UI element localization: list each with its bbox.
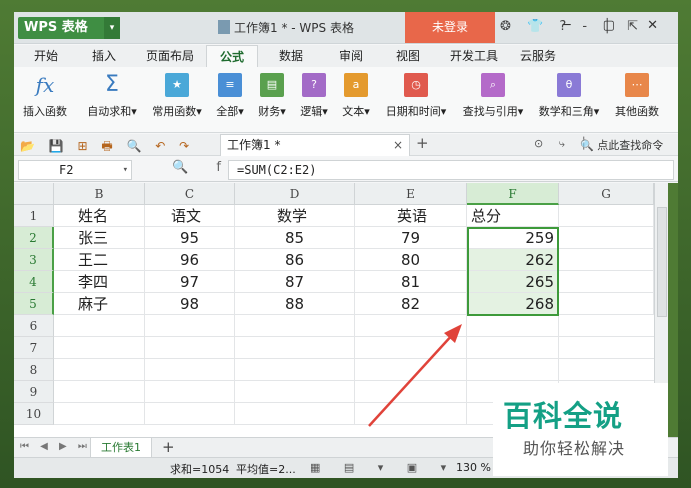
formula-input[interactable]: =SUM(C2:E2) — [228, 160, 674, 180]
finance-functions-button[interactable]: ▤ 财务▾ — [254, 71, 290, 119]
all-functions-button[interactable]: ≡ 全部▾ — [212, 71, 248, 119]
tab-review[interactable]: 审阅 — [339, 45, 363, 67]
login-button[interactable]: 未登录 — [405, 12, 495, 43]
side-panel-edge — [668, 183, 678, 437]
tab-page-layout[interactable]: 页面布局 — [146, 45, 194, 67]
watermark-logo: 百科全说 助你轻松解决 — [493, 383, 668, 476]
watermark-title: 百科全说 — [503, 399, 624, 433]
ribbon-label: 财务▾ — [258, 105, 286, 118]
view-mode-icons[interactable]: ▦ ▤ ▾ ▣ ▾ — [310, 461, 456, 474]
ribbon-tabs: 开始 插入 页面布局 公式 数据 审阅 视图 开发工具 云服务 — [14, 45, 678, 67]
formula-bar: F2 ▾ 🔍 fx =SUM(C2:E2) — [14, 158, 678, 182]
watermark-subtitle: 助你轻松解决 — [523, 439, 626, 458]
datetime-functions-button[interactable]: ◷ 日期和时间▾ — [380, 71, 452, 119]
app-name: WPS 表格 — [24, 20, 88, 35]
fx-icon: fx — [35, 73, 55, 97]
status-sum: 求和=1054 — [170, 463, 230, 476]
finance-icon: ▤ — [260, 73, 284, 97]
other-functions-button[interactable]: ⋯ 其他函数 — [610, 71, 664, 119]
ribbon-label: 常用函数▾ — [152, 105, 202, 118]
scrollbar-thumb[interactable] — [657, 207, 667, 317]
tab-start[interactable]: 开始 — [34, 45, 58, 67]
tab-cloud[interactable]: 云服务 — [520, 45, 556, 67]
more-icon: ⋯ — [625, 73, 649, 97]
list-icon: ≡ — [218, 73, 242, 97]
ribbon-label: 查找与引用▾ — [462, 105, 524, 118]
autosum-button[interactable]: Σ 自动求和▾ — [82, 71, 142, 119]
tab-formulas[interactable]: 公式 — [206, 45, 258, 67]
document-tab-label: 工作簿1 * — [227, 138, 281, 152]
text-a-icon: a — [344, 73, 368, 97]
tab-insert[interactable]: 插入 — [92, 45, 116, 67]
window-controls[interactable]: ─ ▢ ✕ — [563, 18, 672, 33]
chevron-down-icon[interactable]: ▾ — [104, 17, 120, 39]
window-title: 工作簿1 * - WPS 表格 — [218, 19, 354, 36]
insert-function-button[interactable]: fx 插入函数 — [20, 71, 70, 119]
theta-icon: θ — [557, 73, 581, 97]
app-menu-button[interactable]: WPS 表格 ▾ — [18, 17, 120, 39]
sheet-tab[interactable]: 工作表1 — [90, 438, 152, 458]
lookup-functions-button[interactable]: ⌕ 查找与引用▾ — [457, 71, 529, 119]
ribbon-label: 逻辑▾ — [300, 105, 328, 118]
clock-icon: ◷ — [404, 73, 428, 97]
window-title-text: 工作簿1 * - WPS 表格 — [234, 21, 354, 35]
name-box[interactable]: F2 ▾ — [18, 160, 132, 180]
document-tab[interactable]: 工作簿1 * × — [220, 134, 410, 156]
arrow-shaft — [368, 332, 455, 427]
star-icon: ★ — [165, 73, 189, 97]
ribbon-label: 文本▾ — [342, 105, 370, 118]
ribbon-toolbar: fx 插入函数 Σ 自动求和▾ ★ 常用函数▾ ≡ 全部▾ ▤ 财务▾ ? 逻辑… — [14, 67, 678, 133]
add-tab-button[interactable]: + — [416, 134, 429, 152]
ribbon-label: 自动求和▾ — [87, 105, 137, 118]
status-average: 平均值=2... — [236, 463, 296, 476]
tab-developer[interactable]: 开发工具 — [450, 45, 498, 67]
quick-access-toolbar[interactable]: 📂 💾 ⊞ 🖶 🔍 ↶ ↷ — [20, 137, 194, 158]
text-functions-button[interactable]: a 文本▾ — [338, 71, 374, 119]
ribbon-label: 数学和三角▾ — [538, 105, 600, 118]
tab-data[interactable]: 数据 — [279, 45, 303, 67]
ribbon-label: 插入函数 — [23, 105, 67, 118]
logic-icon: ? — [302, 73, 326, 97]
sigma-icon: Σ — [105, 72, 119, 97]
find-command-search[interactable]: 🔍 点此查找命令 — [580, 137, 663, 153]
document-icon — [218, 20, 230, 34]
close-icon[interactable]: × — [393, 135, 403, 156]
document-tab-bar: 📂 💾 ⊞ 🖶 🔍 ↶ ↷ 工作簿1 * × + ⊙ ⤷ │ 🔍 点此查找命令 — [14, 134, 678, 156]
zoom-level[interactable]: 130 % — [456, 461, 491, 474]
math-functions-button[interactable]: θ 数学和三角▾ — [534, 71, 604, 119]
chevron-down-icon[interactable]: ▾ — [123, 161, 128, 179]
common-functions-button[interactable]: ★ 常用函数▾ — [148, 71, 206, 119]
lookup-icon: ⌕ — [481, 73, 505, 97]
name-box-value: F2 — [59, 163, 74, 177]
add-sheet-button[interactable]: + — [162, 438, 175, 456]
title-bar: WPS 表格 ▾ 工作簿1 * - WPS 表格 未登录 ❂ 👕 ? - │ ⇱… — [14, 12, 678, 44]
ribbon-label: 全部▾ — [216, 105, 244, 118]
ribbon-label: 日期和时间▾ — [385, 105, 447, 118]
logic-functions-button[interactable]: ? 逻辑▾ — [296, 71, 332, 119]
tab-view[interactable]: 视图 — [396, 45, 420, 67]
sheet-nav-arrows[interactable]: ⏮ ◀ ▶ ⏭ — [20, 441, 91, 452]
ribbon-label: 其他函数 — [615, 105, 659, 118]
